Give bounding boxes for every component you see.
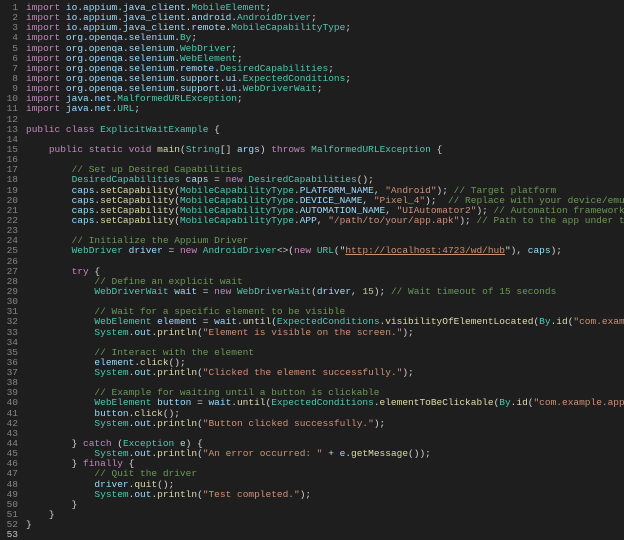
code-line[interactable]: WebDriverWait wait = new WebDriverWait(d… xyxy=(26,287,624,297)
code-line[interactable]: System.out.println("Button clicked succe… xyxy=(26,419,624,429)
line-number: 32 xyxy=(0,317,18,327)
code-line[interactable] xyxy=(26,257,624,267)
code-line[interactable]: } xyxy=(26,520,624,530)
code-line[interactable]: } xyxy=(26,500,624,510)
code-line[interactable]: public static void main(String[] args) t… xyxy=(26,145,624,155)
code-line[interactable]: import java.net.URL; xyxy=(26,104,624,114)
code-line[interactable]: WebDriver driver = new AndroidDriver<>(n… xyxy=(26,246,624,256)
code-line[interactable]: } xyxy=(26,510,624,520)
code-line[interactable]: public class ExplicitWaitExample { xyxy=(26,125,624,135)
line-number: 18 xyxy=(0,175,18,185)
code-line[interactable] xyxy=(26,530,624,540)
code-line[interactable]: caps.setCapability(MobileCapabilityType.… xyxy=(26,216,624,226)
line-number-gutter: 1 2 3 4 5 6 7 8 9 10 11 12 13 14 15 16 1… xyxy=(0,0,26,540)
code-line[interactable]: System.out.println("Element is visible o… xyxy=(26,328,624,338)
line-number: 25 xyxy=(0,246,18,256)
code-editor[interactable]: 1 2 3 4 5 6 7 8 9 10 11 12 13 14 15 16 1… xyxy=(0,0,624,540)
line-number: 53 xyxy=(0,530,18,540)
code-line[interactable]: System.out.println("Test completed."); xyxy=(26,490,624,500)
code-line[interactable]: System.out.println("Clicked the element … xyxy=(26,368,624,378)
code-area[interactable]: import io.appium.java_client.MobileEleme… xyxy=(26,0,624,540)
